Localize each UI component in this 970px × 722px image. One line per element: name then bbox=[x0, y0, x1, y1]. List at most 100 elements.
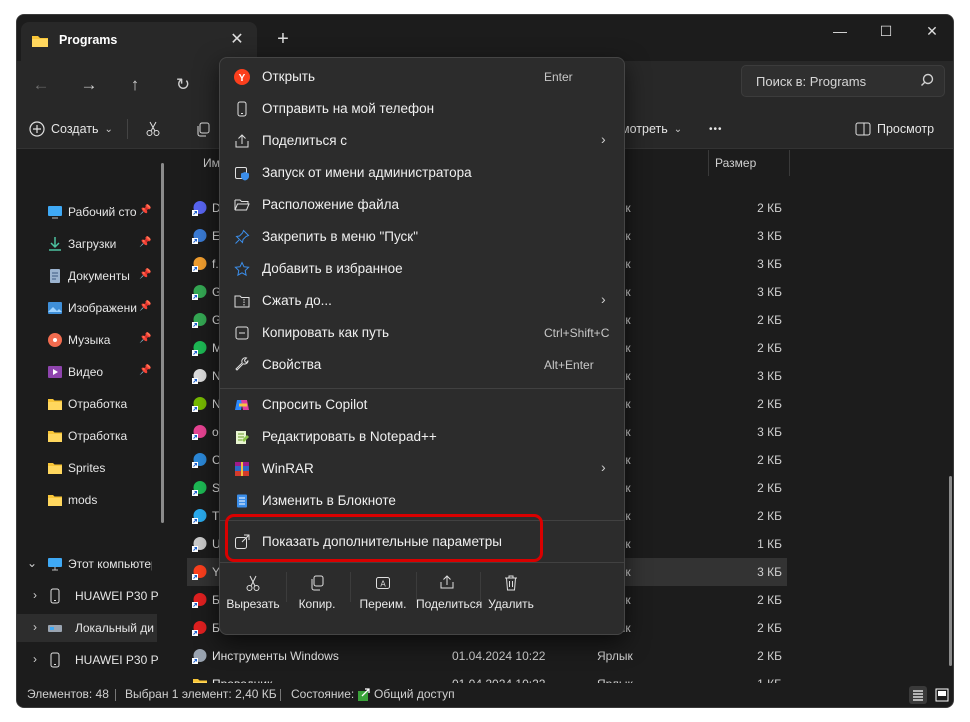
up-arrow-icon[interactable]: ↑ bbox=[121, 71, 149, 99]
shortcut-icon bbox=[192, 368, 208, 384]
nav-item[interactable]: Загрузки 📌 bbox=[17, 230, 157, 258]
column-divider[interactable] bbox=[789, 150, 790, 176]
nav-item[interactable]: Отработка bbox=[17, 422, 157, 450]
copy-icon bbox=[197, 122, 210, 137]
tiles-view-icon[interactable] bbox=[933, 686, 951, 704]
folder-icon bbox=[47, 492, 63, 508]
column-header-size[interactable]: Размер bbox=[715, 156, 756, 170]
copy-toolbar-button[interactable] bbox=[195, 119, 211, 139]
nav-item[interactable]: mods bbox=[17, 486, 157, 514]
menu-item[interactable]: Закрепить в меню "Пуск" bbox=[224, 222, 620, 252]
nav-item[interactable]: Sprites bbox=[17, 454, 157, 482]
refresh-icon[interactable]: ↻ bbox=[169, 71, 197, 99]
quick-action-button[interactable]: Копир. bbox=[286, 570, 348, 630]
quick-action-button[interactable]: Удалить bbox=[480, 570, 542, 630]
minimize-button[interactable]: — bbox=[817, 17, 863, 47]
cell-size: 2 КБ bbox=[757, 453, 782, 467]
pin-icon: 📌 bbox=[139, 365, 152, 376]
search-input[interactable]: Поиск в: Programs bbox=[741, 65, 945, 97]
maximize-button[interactable]: ☐ bbox=[863, 17, 909, 47]
create-label: Создать bbox=[51, 122, 99, 136]
cell-size: 2 КБ bbox=[757, 593, 782, 607]
quick-action-button[interactable]: Поделиться bbox=[416, 570, 482, 630]
context-menu: Показать дополнительные параметры Y Откры… bbox=[219, 57, 625, 635]
table-row[interactable]: Инструменты Windows 01.04.2024 10:22 Ярлык… bbox=[187, 642, 787, 670]
new-tab-button[interactable]: + bbox=[271, 28, 295, 52]
nav-item[interactable]: Отработка bbox=[17, 390, 157, 418]
menu-item[interactable]: Поделиться с › bbox=[224, 126, 620, 156]
nav-item[interactable]: › HUAWEI P30 P bbox=[17, 646, 159, 674]
chevron-right-icon[interactable]: › bbox=[33, 588, 37, 602]
nav-item-label: Локальный ди bbox=[75, 621, 154, 635]
menu-item-label: Копировать как путь bbox=[262, 325, 390, 340]
state-value: Общий доступ bbox=[374, 687, 455, 701]
nav-item[interactable]: Изображени 📌 bbox=[17, 294, 157, 322]
menu-item[interactable]: Расположение файла bbox=[224, 190, 620, 220]
cut-toolbar-button[interactable] bbox=[145, 119, 161, 139]
copilot-icon bbox=[234, 397, 250, 413]
quick-action-button[interactable]: Вырезать bbox=[222, 570, 284, 630]
forward-arrow-icon[interactable]: → bbox=[75, 71, 103, 99]
nav-item-label: mods bbox=[68, 493, 98, 507]
nav-item[interactable]: ⌄ Этот компьютер bbox=[17, 550, 157, 578]
chevron-right-icon[interactable]: › bbox=[33, 620, 37, 634]
title-bar: Programs ✕ + — ☐ ✕ bbox=[17, 15, 953, 61]
cell-size: 3 КБ bbox=[757, 565, 782, 579]
share-icon bbox=[234, 133, 250, 149]
chevron-right-icon[interactable]: › bbox=[33, 652, 37, 666]
menu-item-label: Спросить Copilot bbox=[262, 397, 368, 412]
menu-item[interactable]: Отправить на мой телефон bbox=[224, 94, 620, 124]
nav-item-label: HUAWEI P30 P bbox=[75, 653, 159, 667]
menu-item-label: Отправить на мой телефон bbox=[262, 101, 435, 116]
tab-close-icon[interactable]: ✕ bbox=[227, 30, 247, 50]
zip-icon bbox=[234, 293, 250, 309]
back-arrow-icon[interactable]: ← bbox=[27, 71, 55, 99]
notepadpp-icon bbox=[234, 429, 250, 445]
menu-item[interactable]: Спросить Copilot bbox=[224, 390, 620, 420]
more-button[interactable]: ••• bbox=[709, 119, 723, 139]
svg-text:A: A bbox=[380, 580, 386, 589]
menu-item[interactable]: Редактировать в Notepad++ bbox=[224, 422, 620, 452]
menu-item[interactable]: WinRAR › bbox=[224, 454, 620, 484]
this-pc-icon bbox=[47, 556, 63, 572]
menu-item[interactable]: Изменить в Блокноте bbox=[224, 486, 620, 516]
nav-item[interactable]: Рабочий сто 📌 bbox=[17, 198, 157, 226]
nav-scrollbar[interactable] bbox=[161, 163, 164, 523]
nav-item[interactable]: › HUAWEI P30 P bbox=[17, 582, 159, 610]
drive-icon bbox=[47, 620, 63, 636]
menu-item[interactable]: Сжать до... › bbox=[224, 286, 620, 316]
nav-item[interactable]: › Локальный ди bbox=[17, 614, 157, 642]
quick-action-button[interactable]: A Переим. bbox=[352, 570, 414, 630]
chevron-down-icon[interactable]: ⌄ bbox=[27, 556, 37, 570]
cell-name: Инструменты Windows bbox=[212, 649, 339, 663]
column-header-name[interactable]: Им bbox=[203, 156, 220, 170]
view-button[interactable]: мотреть ⌄ bbox=[621, 119, 682, 139]
shortcut-icon bbox=[192, 228, 208, 244]
navigation-pane: Рабочий сто 📌 Загрузки 📌 Документы 📌 Изображен… bbox=[17, 150, 167, 700]
download-icon bbox=[47, 236, 63, 252]
menu-item[interactable]: Добавить в избранное bbox=[224, 254, 620, 284]
menu-separator bbox=[220, 388, 624, 389]
menu-item[interactable]: Свойства Alt+Enter bbox=[224, 350, 620, 380]
menu-item[interactable]: Запуск от имени администратора bbox=[224, 158, 620, 188]
preview-button[interactable]: Просмотр bbox=[855, 119, 934, 139]
divider bbox=[350, 572, 351, 602]
tab-programs[interactable]: Programs ✕ bbox=[21, 22, 257, 61]
create-button[interactable]: Создать ⌄ bbox=[29, 119, 113, 139]
close-button[interactable]: ✕ bbox=[909, 17, 953, 47]
shortcut-icon bbox=[192, 200, 208, 216]
pin-icon: 📌 bbox=[139, 205, 152, 216]
nav-item[interactable]: Видео 📌 bbox=[17, 358, 157, 386]
column-divider[interactable] bbox=[708, 150, 709, 176]
details-view-icon[interactable] bbox=[909, 686, 927, 704]
menu-item[interactable]: Копировать как путь Ctrl+Shift+C bbox=[224, 318, 620, 348]
nav-item[interactable]: Музыка 📌 bbox=[17, 326, 157, 354]
menu-item[interactable]: Y Открыть Enter bbox=[224, 62, 620, 92]
nav-item[interactable]: Документы 📌 bbox=[17, 262, 157, 290]
list-scrollbar[interactable] bbox=[949, 476, 952, 666]
cell-size: 2 КБ bbox=[757, 341, 782, 355]
shortcut-icon bbox=[192, 256, 208, 272]
pin-icon: 📌 bbox=[139, 237, 152, 248]
trash-icon bbox=[503, 574, 519, 592]
shortcut-icon bbox=[192, 592, 208, 608]
